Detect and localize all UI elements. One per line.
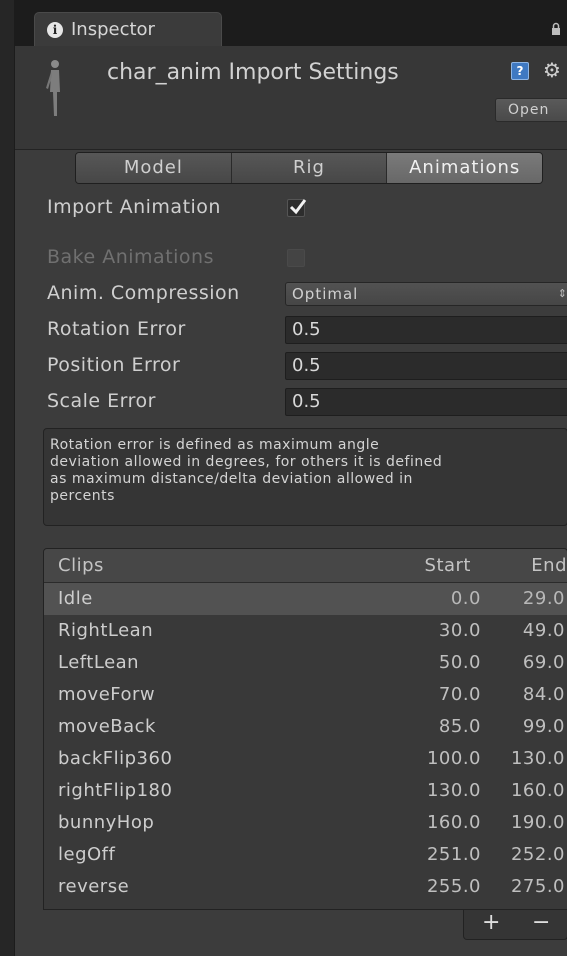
start-column-header: Start <box>424 555 471 576</box>
clip-start: 160.0 <box>426 812 481 833</box>
clip-row[interactable]: backFlip360 100.0 130.0 <box>44 743 567 775</box>
help-icon[interactable]: ? <box>511 62 529 80</box>
inspector-tab-label: Inspector <box>71 19 155 40</box>
clip-end: 29.0 <box>522 588 565 609</box>
clip-end: 130.0 <box>510 748 565 769</box>
clip-name: moveForw <box>58 684 156 705</box>
clip-start: 70.0 <box>438 684 481 705</box>
bake-animations-checkbox <box>287 249 305 267</box>
info-icon: i <box>47 21 63 38</box>
scale-error-field[interactable]: 0.5 <box>285 388 567 416</box>
clip-start: 100.0 <box>426 748 481 769</box>
help-line: deviation allowed in degrees, for others… <box>50 454 443 470</box>
clip-start: 30.0 <box>438 620 481 641</box>
clips-header: Clips Start End <box>44 549 567 583</box>
clip-name: Idle <box>58 588 93 609</box>
scale-error-row: Scale Error 0.5 <box>47 386 567 418</box>
clip-name: reverse <box>58 876 130 897</box>
position-error-row: Position Error 0.5 <box>47 350 567 382</box>
clip-end: 190.0 <box>510 812 565 833</box>
tab-rig[interactable]: Rig <box>231 153 388 183</box>
add-clip-button[interactable]: + <box>482 910 500 935</box>
clip-name: RightLean <box>58 620 154 641</box>
clip-name: LeftLean <box>58 652 140 673</box>
clip-start: 251.0 <box>426 844 481 865</box>
clip-end: 275.0 <box>510 876 565 897</box>
help-line: percents <box>50 488 115 504</box>
inspector-panel: char_anim Import Settings ? ⚙ Open Model… <box>14 46 567 956</box>
clip-end: 252.0 <box>510 844 565 865</box>
clips-list: Clips Start End Idle 0.0 29.0 RightLean … <box>43 548 567 910</box>
clip-row[interactable]: LeftLean 50.0 69.0 <box>44 647 567 679</box>
clip-start: 85.0 <box>438 716 481 737</box>
import-animation-label: Import Animation <box>47 196 221 218</box>
clip-row[interactable]: Idle 0.0 29.0 <box>44 583 567 615</box>
clip-row[interactable]: bunnyHop 160.0 190.0 <box>44 807 567 839</box>
clips-footer: + − <box>463 910 567 940</box>
clip-name: backFlip360 <box>58 748 173 769</box>
clips-column-header: Clips <box>58 555 104 576</box>
gear-icon[interactable]: ⚙ <box>543 58 561 82</box>
inspector-tab[interactable]: i Inspector <box>34 12 222 46</box>
rotation-error-field[interactable]: 0.5 <box>285 316 567 344</box>
clip-end: 49.0 <box>522 620 565 641</box>
end-column-header: End <box>531 555 567 576</box>
anim-compression-dropdown[interactable]: Optimal ⇕ <box>285 282 567 306</box>
clip-start: 255.0 <box>426 876 481 897</box>
clip-end: 84.0 <box>522 684 565 705</box>
clip-end: 69.0 <box>522 652 565 673</box>
remove-clip-button[interactable]: − <box>532 910 550 935</box>
help-line: as maximum distance/delta deviation allo… <box>50 471 413 487</box>
window-tab-bar: i Inspector <box>14 0 567 46</box>
anim-compression-value: Optimal <box>292 285 359 303</box>
scale-error-label: Scale Error <box>47 390 156 412</box>
clip-row[interactable]: moveBack 85.0 99.0 <box>44 711 567 743</box>
clip-name: bunnyHop <box>58 812 155 833</box>
character-model-icon <box>46 60 60 116</box>
clip-row[interactable]: rightFlip180 130.0 160.0 <box>44 775 567 807</box>
bake-animations-label: Bake Animations <box>47 246 214 268</box>
clip-name: legOff <box>58 844 116 865</box>
page-title: char_anim Import Settings <box>107 60 399 85</box>
clip-row[interactable]: reverse 255.0 275.0 <box>44 871 567 903</box>
clip-start: 0.0 <box>450 588 481 609</box>
clip-end: 99.0 <box>522 716 565 737</box>
import-tabs: Model Rig Animations <box>75 152 543 184</box>
rotation-error-row: Rotation Error 0.5 <box>47 314 567 346</box>
clip-name: moveBack <box>58 716 156 737</box>
lock-icon[interactable] <box>551 22 561 36</box>
open-button[interactable]: Open <box>495 98 567 122</box>
inspector-window: i Inspector char_anim Import Settings ? … <box>0 0 567 956</box>
clip-start: 130.0 <box>426 780 481 801</box>
tab-model[interactable]: Model <box>76 153 232 183</box>
dropdown-arrows-icon: ⇕ <box>557 287 567 300</box>
clip-name: rightFlip180 <box>58 780 173 801</box>
clip-row[interactable]: moveForw 70.0 84.0 <box>44 679 567 711</box>
clip-end: 160.0 <box>510 780 565 801</box>
anim-compression-label: Anim. Compression <box>47 282 240 304</box>
position-error-field[interactable]: 0.5 <box>285 352 567 380</box>
import-animation-row: Import Animation <box>47 192 567 224</box>
clip-row[interactable]: legOff 251.0 252.0 <box>44 839 567 871</box>
clip-start: 50.0 <box>438 652 481 673</box>
checkmark-icon <box>289 199 307 215</box>
bake-animations-row: Bake Animations <box>47 242 567 274</box>
position-error-label: Position Error <box>47 354 181 376</box>
clip-row[interactable]: RightLean 30.0 49.0 <box>44 615 567 647</box>
rotation-error-label: Rotation Error <box>47 318 186 340</box>
tab-animations[interactable]: Animations <box>387 153 542 183</box>
error-help-box: Rotation error is defined as maximum ang… <box>43 428 567 526</box>
import-settings-header: char_anim Import Settings ? ⚙ Open <box>15 46 567 150</box>
help-line: Rotation error is defined as maximum ang… <box>50 437 380 453</box>
import-animation-checkbox[interactable] <box>287 199 307 217</box>
anim-compression-row: Anim. Compression Optimal ⇕ <box>47 278 567 310</box>
